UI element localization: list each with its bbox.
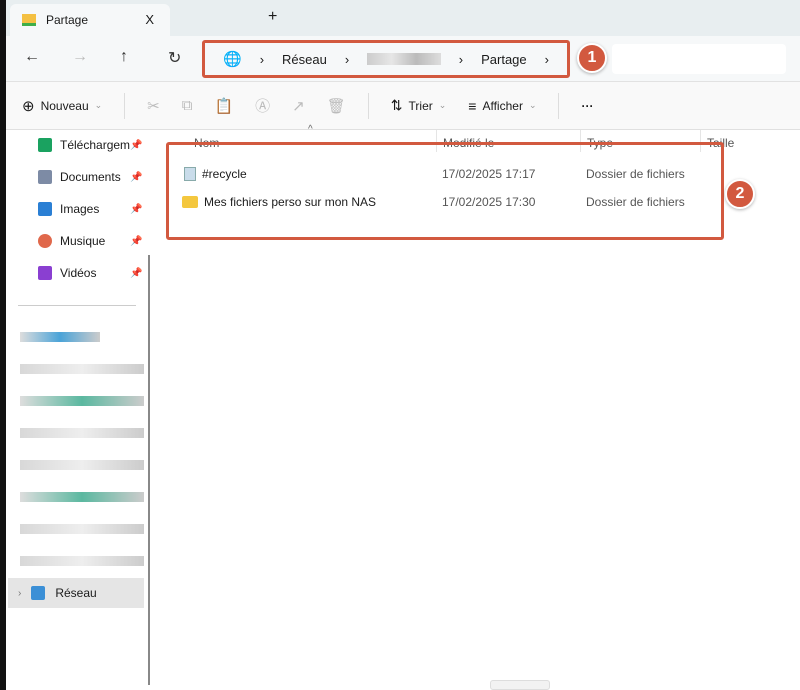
sidebar: Téléchargem 📌 Documents 📌 Images 📌 Musique 📌… bbox=[6, 130, 146, 690]
sidebar-item-videos[interactable]: Vidéos 📌 bbox=[38, 266, 142, 280]
file-list: ^ Nom Modifié le Type Taille #recycle 17… bbox=[150, 124, 800, 690]
back-button[interactable]: ← bbox=[24, 48, 40, 66]
breadcrumb-separator: › bbox=[458, 51, 464, 67]
folder-icon bbox=[22, 14, 36, 26]
sidebar-label: Téléchargem bbox=[60, 138, 131, 152]
share-icon[interactable]: ↗ bbox=[292, 97, 305, 115]
breadcrumb-separator: › bbox=[344, 51, 350, 67]
pin-icon: 📌 bbox=[130, 139, 143, 151]
annotation-highlight-box bbox=[166, 142, 724, 240]
rename-icon[interactable]: Ⓐ bbox=[255, 95, 270, 116]
sidebar-item-blurred[interactable] bbox=[20, 556, 144, 566]
breadcrumb-separator: › bbox=[259, 51, 265, 67]
sidebar-label: Réseau bbox=[55, 586, 97, 600]
up-button[interactable]: ↑ bbox=[120, 48, 128, 66]
cut-icon[interactable]: ✂ bbox=[147, 97, 160, 115]
videos-icon bbox=[38, 266, 52, 280]
close-tab-button[interactable]: X bbox=[145, 12, 154, 27]
sidebar-item-music[interactable]: Musique 📌 bbox=[38, 234, 142, 248]
sidebar-item-blurred[interactable] bbox=[20, 524, 144, 534]
address-bar[interactable]: 🌐 › Réseau › › Partage › bbox=[202, 40, 570, 78]
sidebar-divider bbox=[18, 305, 136, 306]
sidebar-label: Musique bbox=[60, 234, 106, 248]
sidebar-item-images[interactable]: Images 📌 bbox=[38, 202, 142, 216]
breadcrumb-partage[interactable]: Partage bbox=[481, 52, 527, 67]
sidebar-item-blurred[interactable] bbox=[20, 460, 144, 470]
plus-circle-icon: ⊕ bbox=[22, 97, 35, 115]
refresh-button[interactable]: ↻ bbox=[168, 48, 181, 68]
tab-partage[interactable]: Partage X bbox=[10, 4, 170, 36]
network-icon bbox=[31, 586, 46, 600]
sidebar-item-blurred[interactable] bbox=[20, 492, 144, 502]
new-tab-button[interactable]: + bbox=[268, 8, 277, 26]
sort-button[interactable]: ⇅ Trier ⌄ bbox=[391, 97, 447, 114]
pin-icon: 📌 bbox=[130, 203, 143, 215]
command-bar: ⊕ Nouveau ⌄ ✂ ⧉ 📋 Ⓐ ↗ 🗑 ⇅ Trier ⌄ ≡ Afficher ⌄… bbox=[6, 82, 800, 130]
sort-arrow-icon: ^ bbox=[308, 124, 313, 135]
tab-bar: Partage X + bbox=[6, 0, 800, 36]
sidebar-label: Documents bbox=[60, 170, 121, 184]
view-label: Afficher bbox=[482, 98, 523, 113]
music-icon bbox=[38, 234, 52, 248]
scroll-handle[interactable] bbox=[490, 680, 550, 690]
pin-icon: 📌 bbox=[130, 235, 143, 247]
sidebar-item-blurred[interactable] bbox=[20, 364, 144, 374]
forward-button[interactable]: → bbox=[72, 48, 88, 66]
sidebar-item-blurred[interactable] bbox=[20, 396, 144, 406]
documents-icon bbox=[38, 170, 52, 184]
paste-icon[interactable]: 📋 bbox=[214, 97, 233, 115]
images-icon bbox=[38, 202, 52, 216]
annotation-badge-1: 1 bbox=[577, 43, 607, 73]
pin-icon: 📌 bbox=[130, 171, 143, 183]
network-globe-icon: 🌐 bbox=[223, 51, 242, 68]
sidebar-item-blurred[interactable] bbox=[20, 428, 144, 438]
pin-icon: 📌 bbox=[130, 267, 143, 279]
sidebar-label: Vidéos bbox=[60, 266, 97, 280]
copy-icon[interactable]: ⧉ bbox=[182, 97, 193, 114]
more-options-button[interactable]: ··· bbox=[581, 99, 593, 113]
download-icon bbox=[38, 138, 52, 152]
sidebar-item-network[interactable]: › Réseau bbox=[8, 578, 144, 608]
search-input[interactable] bbox=[612, 44, 786, 74]
delete-icon[interactable]: 🗑 bbox=[327, 97, 346, 115]
sort-label: Trier bbox=[408, 98, 433, 113]
view-lines-icon: ≡ bbox=[468, 97, 477, 114]
navigation-bar: ← → ↑ ↻ 🌐 › Réseau › › Partage › 1 bbox=[6, 36, 800, 82]
annotation-badge-2: 2 bbox=[725, 179, 755, 209]
breadcrumb-hidden-host[interactable] bbox=[367, 53, 441, 65]
new-label: Nouveau bbox=[40, 98, 89, 113]
chevron-right-icon: › bbox=[18, 587, 22, 599]
view-button[interactable]: ≡ Afficher ⌄ bbox=[468, 98, 536, 114]
sidebar-item-documents[interactable]: Documents 📌 bbox=[38, 170, 142, 184]
sort-icon: ⇅ bbox=[390, 97, 403, 113]
sidebar-item-downloads[interactable]: Téléchargem 📌 bbox=[38, 138, 142, 152]
breadcrumb-reseau[interactable]: Réseau bbox=[282, 52, 327, 67]
sidebar-item-blurred[interactable] bbox=[20, 332, 100, 342]
breadcrumb-separator: › bbox=[544, 51, 549, 67]
tab-title: Partage bbox=[46, 13, 89, 27]
sidebar-label: Images bbox=[60, 202, 100, 216]
new-button[interactable]: ⊕ Nouveau ⌄ bbox=[22, 97, 102, 115]
